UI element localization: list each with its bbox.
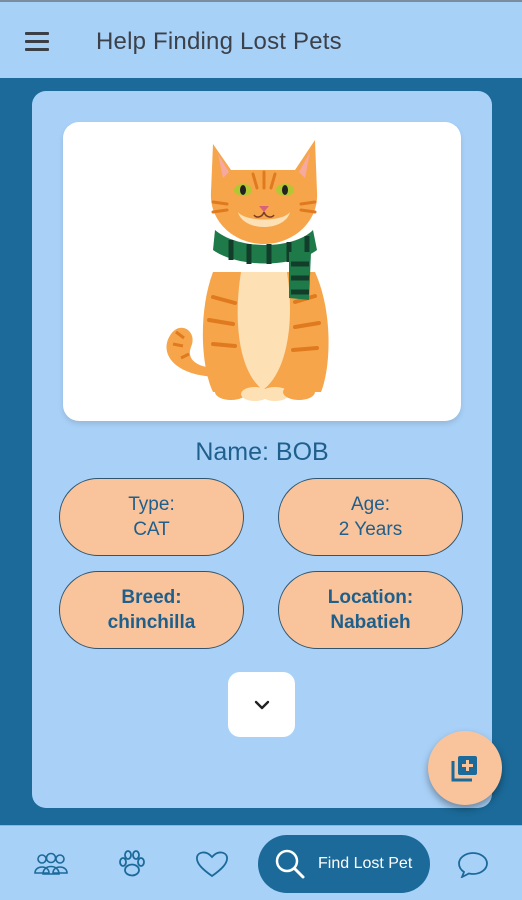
nav-favorites[interactable] [188,826,236,900]
pet-name: Name: BOB [195,438,329,466]
app-bar: Help Finding Lost Pets [0,0,522,78]
add-library-icon [451,756,477,782]
type-label: Type: [128,494,175,515]
paw-icon [119,849,145,876]
nav-find-lost-pet-label: Find Lost Pet [318,855,413,872]
breed-value: chinchilla [107,612,196,633]
location-badge: Location: Nabatieh [278,571,463,649]
chevron-down-icon [254,700,269,709]
location-label: Location: [327,587,414,608]
search-icon [275,849,305,879]
menu-icon[interactable] [25,32,51,52]
chat-icon [458,851,488,878]
cat-illustration [166,140,329,401]
pet-card: Name: BOB Type: CAT Age: 2 Years Breed: … [32,91,492,808]
bottom-nav: Find Lost Pet [0,825,522,900]
age-badge: Age: 2 Years [278,478,463,556]
age-label: Age: [350,494,391,515]
add-pet-button[interactable] [428,731,502,805]
page-title: Help Finding Lost Pets [96,28,342,55]
expand-button[interactable] [228,672,295,737]
people-icon [34,852,68,875]
pet-photo [63,122,461,421]
age-value: 2 Years [338,519,403,540]
type-badge: Type: CAT [59,478,244,556]
nav-find-lost-pet[interactable]: Find Lost Pet [258,835,430,893]
breed-badge: Breed: chinchilla [59,571,244,649]
location-value: Nabatieh [330,612,411,633]
nav-chat[interactable] [452,826,494,900]
type-value: CAT [133,519,170,540]
nav-people[interactable] [28,826,74,900]
heart-icon [196,851,228,877]
nav-pets[interactable] [110,826,154,900]
breed-label: Breed: [121,587,182,608]
